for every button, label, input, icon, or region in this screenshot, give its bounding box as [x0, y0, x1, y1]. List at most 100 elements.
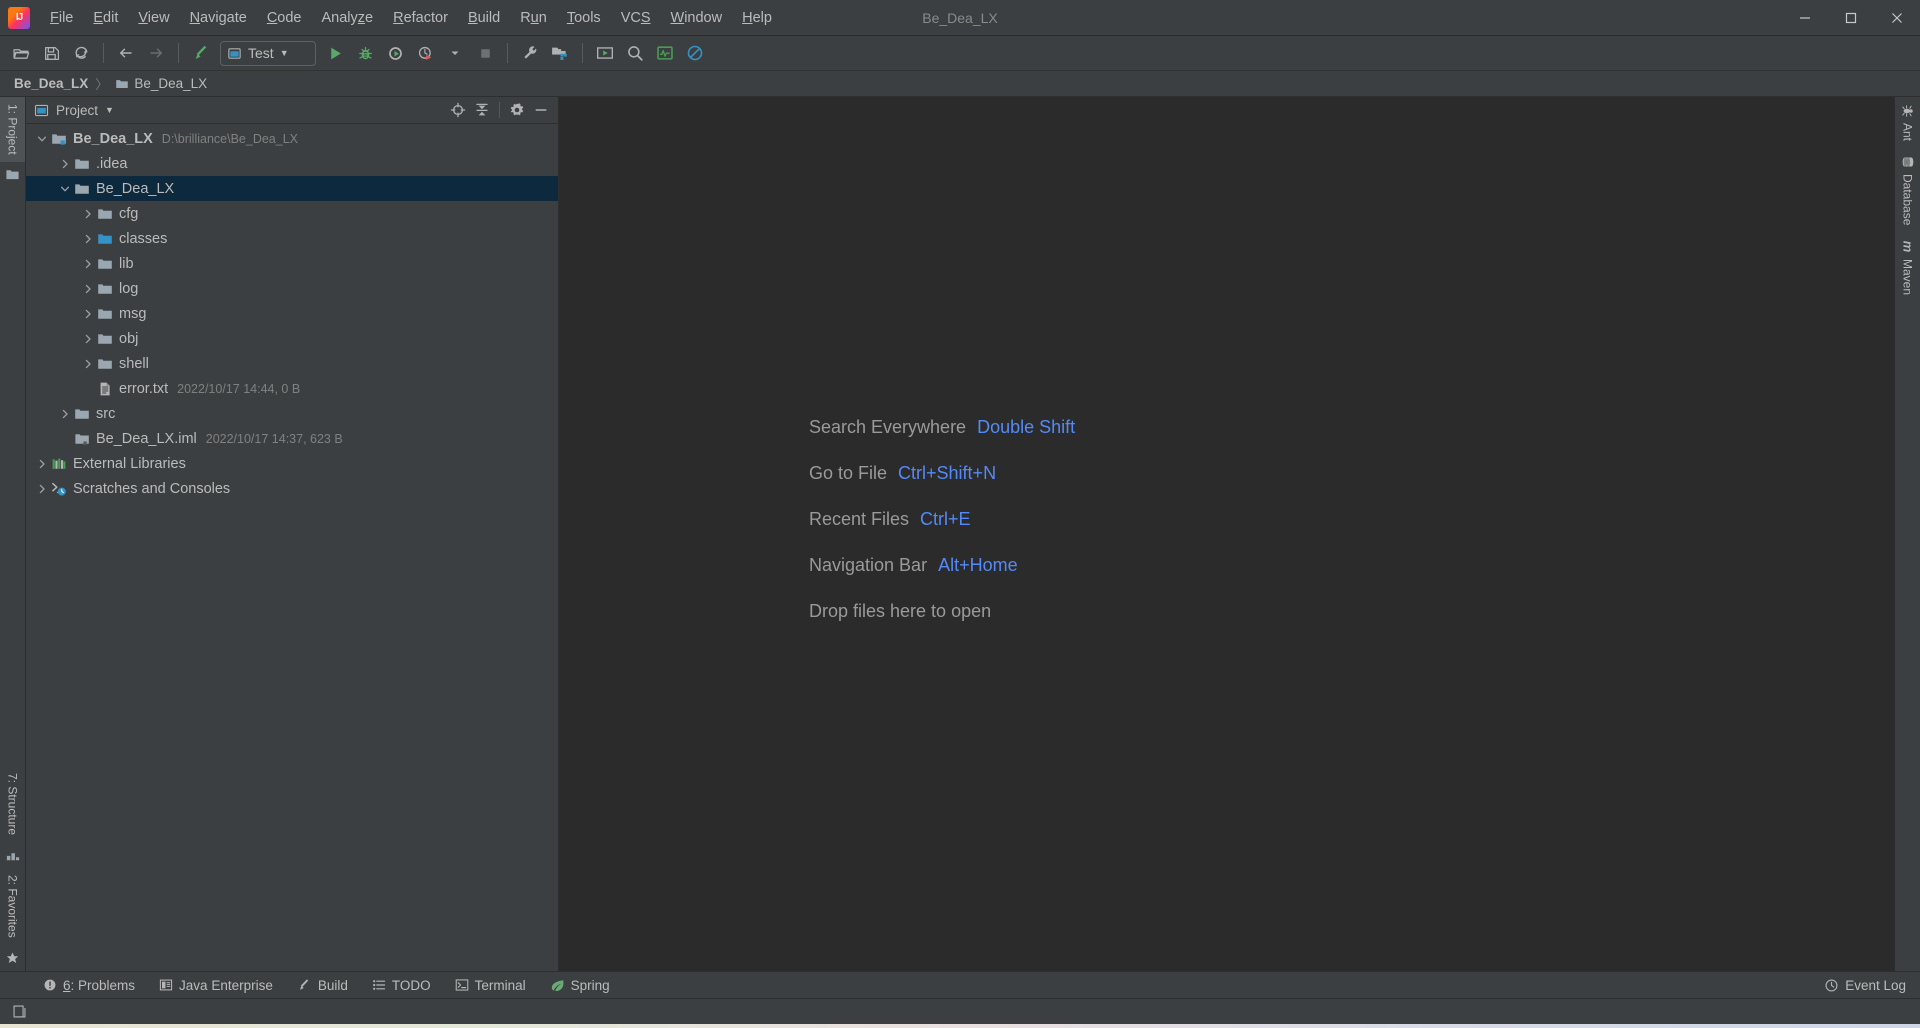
editor-hint-shortcut: Alt+Home [938, 554, 1018, 575]
tree-node-log[interactable]: log [26, 276, 558, 301]
tree-node-msg[interactable]: msg [26, 301, 558, 326]
tree-node-error-txt[interactable]: error.txt 2022/10/17 14:44, 0 B [26, 376, 558, 401]
layout-toggle-icon[interactable] [8, 1002, 30, 1022]
tool-tab-database-label: Database [1900, 174, 1915, 226]
main-toolbar: Test ▼ [0, 36, 1920, 71]
tree-node-cfg[interactable]: cfg [26, 201, 558, 226]
tree-node-shell[interactable]: shell [26, 351, 558, 376]
save-all-icon[interactable] [37, 40, 65, 66]
sidebar-item-ant[interactable]: Ant [1895, 97, 1920, 148]
chevron-down-icon[interactable] [441, 40, 469, 66]
sidebar-item-maven[interactable]: m Maven [1895, 232, 1920, 302]
editor-hint-label: Navigation Bar [809, 554, 928, 575]
profile-icon[interactable] [411, 40, 439, 66]
chevron-down-icon[interactable] [57, 184, 73, 194]
chevron-right-icon[interactable] [80, 309, 96, 319]
chevron-right-icon[interactable] [80, 234, 96, 244]
menu-item-window[interactable]: Window [661, 4, 733, 32]
folder-icon [0, 162, 25, 188]
chevron-down-icon: ▼ [279, 48, 289, 58]
tree-node-external-libraries[interactable]: External Libraries [26, 451, 558, 476]
close-button[interactable] [1874, 0, 1920, 35]
menu-item-help[interactable]: Help [732, 4, 782, 32]
tree-node-be-dea-lx[interactable]: Be_Dea_LX [26, 176, 558, 201]
chevron-right-icon[interactable] [80, 209, 96, 219]
breadcrumb-item-0[interactable]: Be_Dea_LX [10, 75, 92, 92]
open-folder-icon[interactable] [7, 40, 35, 66]
tool-window-spring[interactable]: Spring [541, 975, 619, 996]
chevron-right-icon[interactable] [34, 484, 50, 494]
debug-icon[interactable] [351, 40, 379, 66]
update-project-icon[interactable] [591, 40, 619, 66]
menu-item-navigate[interactable]: Navigate [180, 4, 257, 32]
project-panel-title: Project [56, 102, 99, 118]
no-access-icon[interactable] [681, 40, 709, 66]
tree-node-lib[interactable]: lib [26, 251, 558, 276]
run-icon[interactable] [321, 40, 349, 66]
forward-arrow-icon[interactable] [142, 40, 170, 66]
run-configuration-selector[interactable]: Test ▼ [220, 40, 316, 66]
sidebar-item-favorites[interactable]: 2: Favorites [0, 868, 25, 945]
chevron-right-icon[interactable] [57, 159, 73, 169]
menu-item-refactor[interactable]: Refactor [383, 4, 458, 32]
tool-window-build[interactable]: Build [288, 975, 357, 996]
run-with-coverage-icon[interactable] [381, 40, 409, 66]
chevron-right-icon[interactable] [80, 359, 96, 369]
collapse-all-icon[interactable] [471, 99, 493, 121]
sidebar-item-structure[interactable]: 7: Structure [0, 766, 25, 842]
breadcrumb-item-1[interactable]: Be_Dea_LX [111, 75, 211, 92]
folder-icon [115, 77, 129, 91]
stop-icon[interactable] [471, 40, 499, 66]
terminal-icon [455, 978, 469, 992]
tree-node-be-dea-lx-iml[interactable]: Be_Dea_LX.iml 2022/10/17 14:37, 623 B [26, 426, 558, 451]
menu-item-edit[interactable]: Edit [83, 4, 128, 32]
chevron-right-icon[interactable] [80, 259, 96, 269]
tool-window-problems[interactable]: 6: Problems [34, 975, 144, 996]
menu-item-run[interactable]: Run [510, 4, 557, 32]
settings-wrench-icon[interactable] [516, 40, 544, 66]
title-bar: FileEditViewNavigateCodeAnalyzeRefactorB… [0, 0, 1920, 36]
menu-item-tools[interactable]: Tools [557, 4, 611, 32]
tree-node-be-dea-lx[interactable]: Be_Dea_LX D:\brilliance\Be_Dea_LX [26, 126, 558, 151]
project-tree[interactable]: Be_Dea_LX D:\brilliance\Be_Dea_LX .idea Be_… [26, 124, 558, 971]
event-log-button[interactable]: Event Log [1824, 978, 1920, 993]
minimize-button[interactable] [1782, 0, 1828, 35]
sync-refresh-icon[interactable] [67, 40, 95, 66]
tool-window-todo[interactable]: TODO [363, 975, 440, 996]
menu-item-analyze[interactable]: Analyze [312, 4, 384, 32]
tree-node-classes[interactable]: classes [26, 226, 558, 251]
menu-item-file[interactable]: File [40, 4, 83, 32]
tree-node--idea[interactable]: .idea [26, 151, 558, 176]
chevron-right-icon[interactable] [80, 284, 96, 294]
tool-window-label: Build [317, 977, 348, 993]
folder-icon [96, 206, 114, 222]
chevron-down-icon[interactable] [34, 134, 50, 144]
sidebar-item-database[interactable]: Database [1895, 148, 1920, 232]
menu-item-vcs[interactable]: VCS [611, 4, 661, 32]
project-structure-icon[interactable] [546, 40, 574, 66]
menu-item-view[interactable]: View [128, 4, 179, 32]
build-hammer-icon [297, 978, 312, 993]
hide-panel-icon[interactable] [530, 99, 552, 121]
chevron-right-icon[interactable] [80, 334, 96, 344]
chevron-right-icon[interactable] [57, 409, 73, 419]
editor-area[interactable]: Search Everywhere Double Shift Go to File C… [559, 97, 1894, 971]
ant-icon [1901, 104, 1915, 118]
tree-node-obj[interactable]: obj [26, 326, 558, 351]
tool-window-terminal[interactable]: Terminal [446, 975, 535, 996]
activity-monitor-icon[interactable] [651, 40, 679, 66]
locate-target-icon[interactable] [447, 99, 469, 121]
tree-node-src[interactable]: src [26, 401, 558, 426]
menu-item-build[interactable]: Build [458, 4, 510, 32]
tool-window-java-enterprise[interactable]: Java Enterprise [150, 975, 282, 996]
chevron-right-icon[interactable] [34, 459, 50, 469]
build-hammer-icon[interactable] [187, 40, 215, 66]
search-icon[interactable] [621, 40, 649, 66]
settings-gear-icon[interactable] [506, 99, 528, 121]
chevron-down-icon[interactable]: ▼ [105, 105, 114, 115]
tree-node-scratches-and-consoles[interactable]: Scratches and Consoles [26, 476, 558, 501]
sidebar-item-project[interactable]: 1: Project [0, 97, 25, 162]
maximize-button[interactable] [1828, 0, 1874, 35]
menu-item-code[interactable]: Code [257, 4, 312, 32]
back-arrow-icon[interactable] [112, 40, 140, 66]
